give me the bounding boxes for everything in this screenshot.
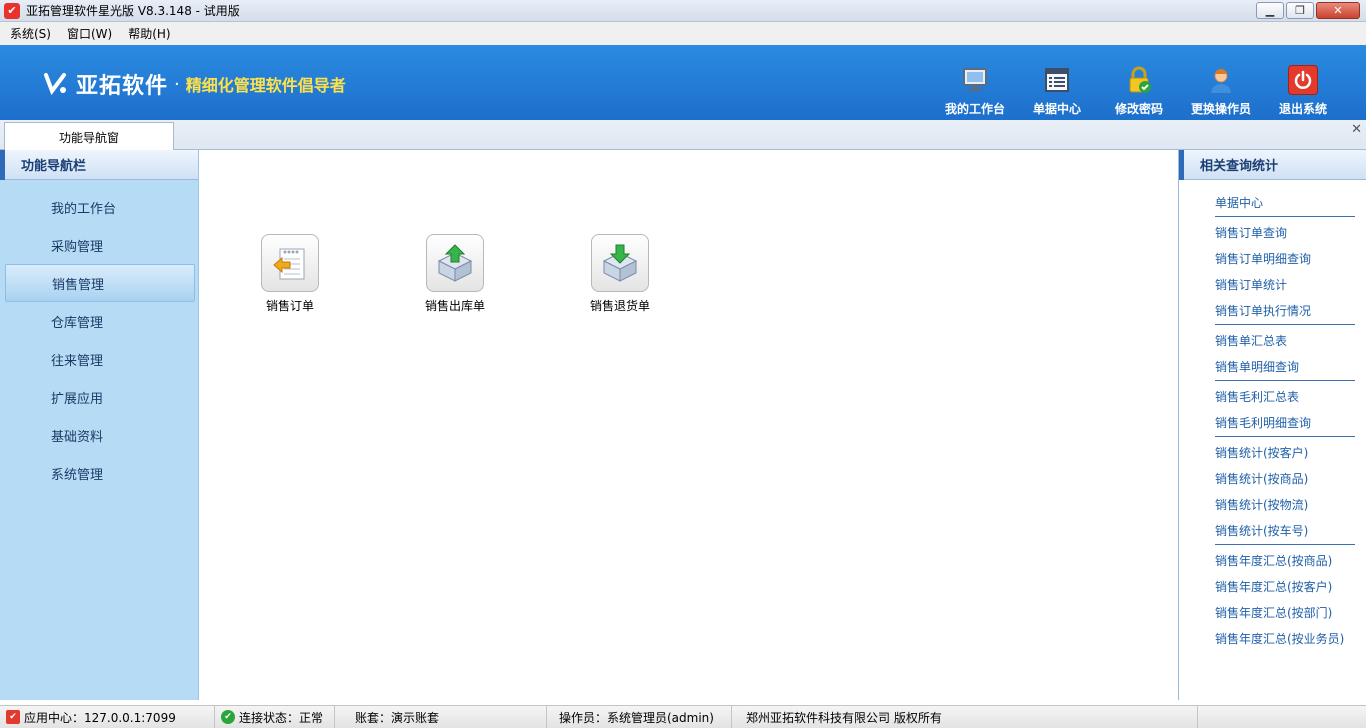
brand-logo: 亚拓软件 · 精细化管理软件倡导者	[42, 68, 346, 100]
monitor-icon	[960, 65, 990, 95]
link-stats-by-logistics[interactable]: 销售统计(按物流)	[1215, 492, 1366, 518]
menu-help[interactable]: 帮助(H)	[128, 25, 170, 42]
link-annual-by-salesperson[interactable]: 销售年度汇总(按业务员)	[1215, 626, 1366, 652]
link-sales-order-stats[interactable]: 销售订单统计	[1215, 272, 1366, 298]
link-stats-by-customer[interactable]: 销售统计(按客户)	[1215, 440, 1366, 466]
close-button[interactable]: ✕	[1316, 2, 1360, 19]
tab-function-navigation[interactable]: 功能导航窗	[4, 122, 174, 151]
header-banner: 亚拓软件 · 精细化管理软件倡导者 我的工作台 单据中心 修改密码 更换操作员 …	[0, 45, 1366, 120]
tool-workbench-button[interactable]: 我的工作台	[934, 65, 1016, 117]
link-sales-order-query[interactable]: 销售订单查询	[1215, 220, 1366, 246]
brand-separator: ·	[174, 73, 180, 95]
tool-change-password-button[interactable]: 修改密码	[1098, 65, 1180, 117]
sales-order-button[interactable]: 销售订单	[240, 234, 340, 314]
main-content: 销售订单 销售出库单 销售退货单	[199, 180, 1178, 700]
tool-label: 单据中心	[1032, 102, 1081, 116]
tool-exit-system-button[interactable]: 退出系统	[1262, 65, 1344, 117]
nav-item-extensions[interactable]: 扩展应用	[0, 378, 198, 416]
sales-order-icon	[261, 234, 319, 292]
window-controls: ▁ ❐ ✕	[1256, 2, 1360, 19]
sales-return-button[interactable]: 销售退货单	[570, 234, 670, 314]
menu-window[interactable]: 窗口(W)	[67, 25, 112, 42]
tab-bar: 功能导航窗 ✕	[0, 120, 1366, 151]
tool-label: 修改密码	[1114, 102, 1163, 116]
nav-item-warehouse[interactable]: 仓库管理	[0, 302, 198, 340]
link-document-center[interactable]: 单据中心	[1215, 190, 1366, 216]
status-operator: 操作员：系统管理员(admin)	[547, 705, 732, 728]
nav-item-sales[interactable]: 销售管理	[5, 264, 195, 302]
link-sales-summary[interactable]: 销售单汇总表	[1215, 328, 1366, 354]
restore-button[interactable]: ❐	[1286, 2, 1314, 19]
status-bar: ✔ 应用中心：127.0.0.1:7099 ✔ 连接状态：正常 账套：演示账套 …	[0, 705, 1366, 728]
link-gross-profit-summary[interactable]: 销售毛利汇总表	[1215, 384, 1366, 410]
status-connection: ✔ 连接状态：正常	[215, 705, 335, 728]
status-copyright: 郑州亚拓软件科技有限公司 版权所有	[732, 705, 1198, 728]
sales-delivery-button[interactable]: 销售出库单	[405, 234, 505, 314]
link-sales-order-execution[interactable]: 销售订单执行情况	[1215, 298, 1366, 324]
link-annual-by-customer[interactable]: 销售年度汇总(按客户)	[1215, 574, 1366, 600]
divider	[1215, 380, 1355, 381]
close-tab-icon[interactable]: ✕	[1351, 122, 1362, 137]
left-nav-header: 功能导航栏	[0, 149, 198, 180]
connected-check-icon: ✔	[221, 710, 235, 724]
function-label: 销售退货单	[589, 299, 650, 313]
nav-item-system[interactable]: 系统管理	[0, 454, 198, 492]
function-label: 销售订单	[265, 299, 314, 313]
brand-slogan: 精细化管理软件倡导者	[185, 76, 346, 95]
tool-label: 退出系统	[1278, 102, 1327, 116]
function-label: 销售出库单	[424, 299, 485, 313]
link-sales-detail-query[interactable]: 销售单明细查询	[1215, 354, 1366, 380]
minimize-button[interactable]: ▁	[1256, 2, 1284, 19]
tool-document-center-button[interactable]: 单据中心	[1016, 65, 1098, 117]
status-operator-text: 操作员：系统管理员(admin)	[559, 710, 714, 725]
link-annual-by-product[interactable]: 销售年度汇总(按商品)	[1215, 548, 1366, 574]
divider	[1215, 324, 1355, 325]
window-title: 亚拓管理软件星光版 V8.3.148 - 试用版	[26, 4, 240, 18]
document-list-icon	[1042, 65, 1072, 95]
tool-label: 我的工作台	[944, 102, 1005, 116]
nav-item-accounts[interactable]: 往来管理	[0, 340, 198, 378]
lock-icon	[1124, 65, 1154, 95]
nav-item-purchase[interactable]: 采购管理	[0, 226, 198, 264]
link-annual-by-department[interactable]: 销售年度汇总(按部门)	[1215, 600, 1366, 626]
link-stats-by-vehicle[interactable]: 销售统计(按车号)	[1215, 518, 1366, 544]
user-icon	[1206, 65, 1236, 95]
related-queries-panel: 相关查询统计 单据中心 销售订单查询 销售订单明细查询 销售订单统计 销售订单执…	[1178, 149, 1366, 700]
toolbar: 我的工作台 单据中心 修改密码 更换操作员 退出系统	[934, 65, 1344, 117]
status-account: 账套：演示账套	[335, 705, 547, 728]
app-logo-icon: ✔	[4, 2, 20, 19]
tool-switch-operator-button[interactable]: 更换操作员	[1180, 65, 1262, 117]
app-center-icon: ✔	[6, 710, 20, 724]
status-app-center-text: 应用中心：127.0.0.1:7099	[24, 710, 176, 725]
divider	[1215, 436, 1355, 437]
nav-item-basic-data[interactable]: 基础资料	[0, 416, 198, 454]
link-gross-profit-detail[interactable]: 销售毛利明细查询	[1215, 410, 1366, 436]
link-sales-order-detail-query[interactable]: 销售订单明细查询	[1215, 246, 1366, 272]
right-panel-title: 相关查询统计	[1200, 159, 1279, 174]
nav-list: 我的工作台 采购管理 销售管理 仓库管理 往来管理 扩展应用 基础资料 系统管理	[0, 180, 198, 492]
tool-label: 更换操作员	[1190, 102, 1251, 116]
brand-name: 亚拓软件	[76, 74, 169, 99]
right-panel-header: 相关查询统计	[1179, 149, 1366, 180]
power-icon	[1288, 65, 1318, 95]
divider	[1215, 216, 1355, 217]
left-navigation-panel: 功能导航栏 我的工作台 采购管理 销售管理 仓库管理 往来管理 扩展应用 基础资…	[0, 149, 199, 700]
divider	[1215, 544, 1355, 545]
left-nav-title: 功能导航栏	[21, 159, 87, 174]
status-account-text: 账套：演示账套	[355, 710, 440, 725]
brand-mark-icon	[42, 71, 68, 97]
query-link-list: 单据中心 销售订单查询 销售订单明细查询 销售订单统计 销售订单执行情况 销售单…	[1179, 180, 1366, 652]
link-stats-by-product[interactable]: 销售统计(按商品)	[1215, 466, 1366, 492]
status-connection-text: 连接状态：正常	[239, 710, 324, 725]
menu-system[interactable]: 系统(S)	[10, 25, 51, 42]
box-return-icon	[591, 234, 649, 292]
menu-bar: 系统(S) 窗口(W) 帮助(H)	[0, 22, 1366, 45]
status-app-center: ✔ 应用中心：127.0.0.1:7099	[0, 705, 215, 728]
box-out-icon	[426, 234, 484, 292]
status-copyright-text: 郑州亚拓软件科技有限公司 版权所有	[746, 710, 942, 725]
title-bar: ✔ 亚拓管理软件星光版 V8.3.148 - 试用版 ▁ ❐ ✕	[0, 0, 1366, 22]
nav-item-workbench[interactable]: 我的工作台	[0, 188, 198, 226]
